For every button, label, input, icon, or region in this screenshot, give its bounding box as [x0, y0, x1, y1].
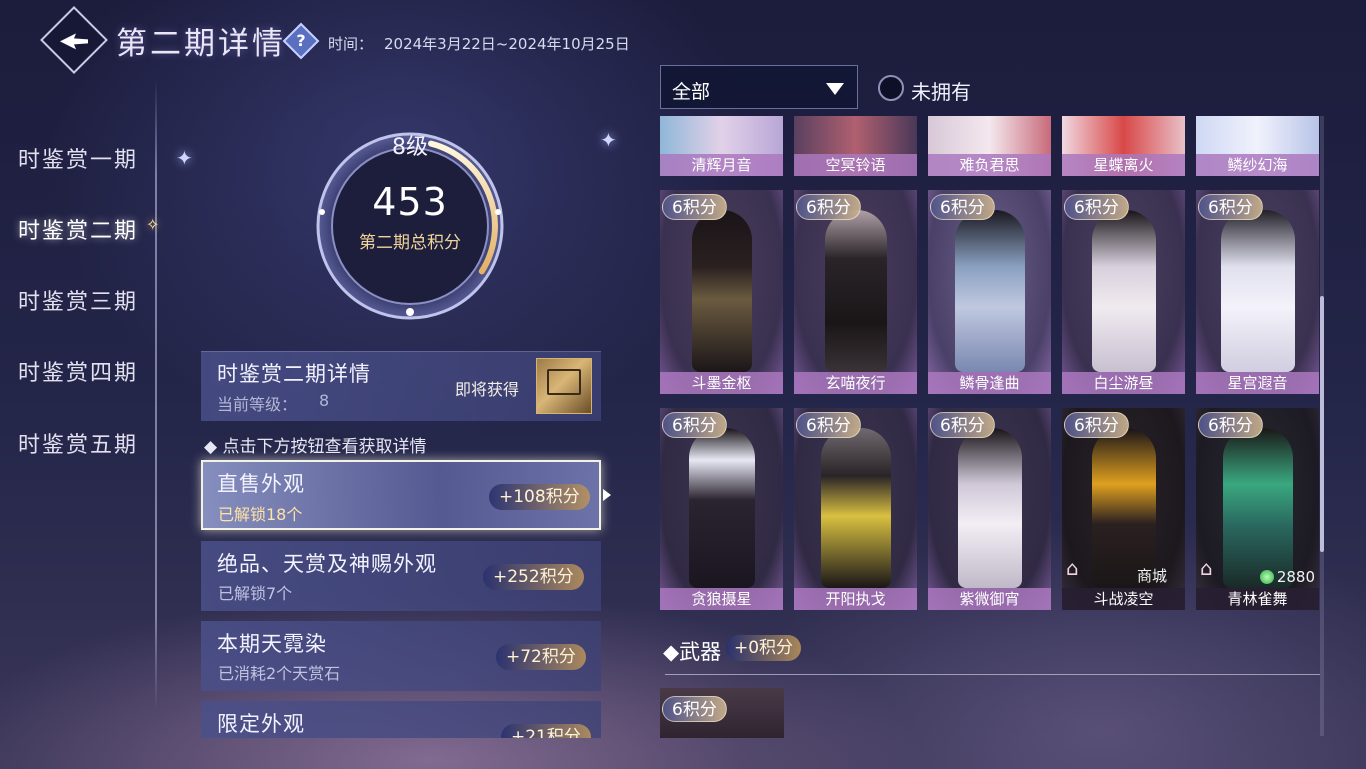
outfit-name: 紫微御宵: [928, 588, 1051, 610]
unowned-radio[interactable]: [878, 75, 904, 101]
upcoming-reward-thumbnail[interactable]: [536, 358, 592, 414]
outfit-name: 鳞纱幻海: [1196, 154, 1319, 176]
weapon-section-title: ◆武器: [663, 640, 722, 664]
filter-selected: 全部: [672, 81, 711, 103]
outfit-card[interactable]: 6积分 星宫遐音: [1196, 190, 1319, 394]
outfit-name: 鳞骨逢曲: [928, 372, 1051, 394]
outfit-card[interactable]: 6积分 开阳执戈: [794, 408, 917, 610]
time-label: 时间：: [328, 35, 374, 53]
category-title: 限定外观: [217, 712, 305, 736]
category-sub: 已解锁18个: [218, 505, 303, 524]
back-arrow-icon: [60, 33, 88, 50]
points-badge: 6积分: [930, 412, 995, 438]
outfit-name: 斗墨金枢: [660, 372, 783, 394]
outfit-name: 难负君思: [928, 154, 1051, 176]
details-title: 时鉴赏二期详情: [217, 362, 371, 386]
points-badge: 6积分: [662, 696, 727, 722]
details-level-value: 8: [319, 391, 330, 410]
scrollbar-thumb[interactable]: [1320, 296, 1324, 552]
points-badge: 6积分: [796, 412, 861, 438]
category-title: 直售外观: [217, 472, 305, 496]
weapon-points-badge: +0积分: [726, 635, 802, 661]
outfit-card[interactable]: 6积分 白尘游昼: [1062, 190, 1185, 394]
outfit-card[interactable]: 6积分 斗墨金枢: [660, 190, 783, 394]
points-badge: 6积分: [796, 194, 861, 220]
points-badge: 6积分: [1198, 412, 1263, 438]
shop-label: 商城: [1136, 567, 1167, 585]
outfit-card[interactable]: 鳞纱幻海: [1196, 116, 1319, 176]
points-badge: 6积分: [662, 412, 727, 438]
outfit-card[interactable]: 6积分 贪狼摄星: [660, 408, 783, 610]
nav-item-period-4[interactable]: 时鉴赏四期: [18, 355, 138, 387]
outfit-card[interactable]: 6积分 紫微御宵: [928, 408, 1051, 610]
nav-item-period-5[interactable]: 时鉴赏五期: [18, 427, 138, 459]
sparkle-icon: ✦: [176, 146, 193, 170]
points-badge: 6积分: [1064, 412, 1129, 438]
outfit-name: 星蝶离火: [1062, 154, 1185, 176]
nav-item-period-3[interactable]: 时鉴赏三期: [18, 284, 138, 316]
nav-item-period-1[interactable]: 时鉴赏一期: [18, 142, 138, 174]
category-title: 本期天霓染: [217, 632, 327, 656]
category-title: 绝品、天赏及神赐外观: [217, 552, 437, 576]
outfit-name: 斗战凌空: [1062, 588, 1185, 610]
category-limited-clip: 限定外观 +21积分: [201, 701, 601, 738]
lock-icon: ⌂: [1066, 556, 1079, 580]
points-badge: 6积分: [662, 194, 727, 220]
weapon-divider: [665, 674, 1320, 675]
weapon-card[interactable]: 6积分: [660, 688, 784, 738]
points-badge: 6积分: [930, 194, 995, 220]
page-title: 第二期详情: [116, 26, 286, 62]
outfit-name: 星宫遐音: [1196, 372, 1319, 394]
unowned-label: 未拥有: [911, 80, 971, 104]
nav-item-period-2[interactable]: 时鉴赏二期: [18, 213, 138, 245]
outfit-card[interactable]: 星蝶离火: [1062, 116, 1185, 176]
jade-currency-icon: [1259, 570, 1274, 584]
outfit-name: 白尘游昼: [1062, 372, 1185, 394]
dropdown-caret-icon: [826, 83, 844, 95]
nav-divider: [155, 80, 157, 710]
outfit-card[interactable]: 难负君思: [928, 116, 1051, 176]
outfit-card-locked[interactable]: 6积分 ⌂ 商城 斗战凌空: [1062, 408, 1185, 610]
category-points-badge: +252积分: [483, 564, 584, 590]
points-badge: 6积分: [1198, 194, 1263, 220]
outfit-card[interactable]: 清辉月音: [660, 116, 783, 176]
upcoming-reward-label: 即将获得: [455, 380, 520, 399]
help-icon[interactable]: ?: [282, 22, 320, 60]
category-sub: 已消耗2个天赏石: [218, 664, 341, 683]
outfit-name: 开阳执戈: [794, 588, 917, 610]
outfit-name: 空冥铃语: [794, 154, 917, 176]
price-label: 2880: [1259, 568, 1315, 586]
category-points-badge: +72积分: [496, 644, 586, 670]
outfit-card-locked[interactable]: 6积分 ⌂ 2880 青林雀舞: [1196, 408, 1319, 610]
lock-icon: ⌂: [1200, 556, 1213, 580]
outfit-card[interactable]: 6积分 鳞骨逢曲: [928, 190, 1051, 394]
outfit-card[interactable]: 空冥铃语: [794, 116, 917, 176]
score-level: 8级: [392, 135, 428, 160]
active-marker-icon: ✧: [146, 215, 160, 234]
outfit-name: 贪狼摄星: [660, 588, 783, 610]
score-value: 453: [372, 180, 448, 224]
sparkle-icon: ✦: [600, 128, 617, 152]
outfit-name: 清辉月音: [660, 154, 783, 176]
score-caption: 第二期总积分: [359, 233, 461, 253]
outfit-card[interactable]: 6积分 玄喵夜行: [794, 190, 917, 394]
outfit-name: 玄喵夜行: [794, 372, 917, 394]
hint-text: ◆ 点击下方按钮查看获取详情: [204, 437, 427, 457]
category-points-badge: +108积分: [489, 484, 590, 510]
details-level-label: 当前等级：: [217, 395, 298, 414]
points-badge: 6积分: [1064, 194, 1129, 220]
outfit-name: 青林雀舞: [1196, 588, 1319, 610]
selected-arrow-icon: [603, 489, 611, 501]
back-button[interactable]: [40, 6, 108, 74]
time-range: 2024年3月22日~2024年10月25日: [384, 35, 630, 53]
category-sub: 已解锁7个: [218, 584, 293, 603]
category-points-badge: +21积分: [501, 724, 591, 738]
